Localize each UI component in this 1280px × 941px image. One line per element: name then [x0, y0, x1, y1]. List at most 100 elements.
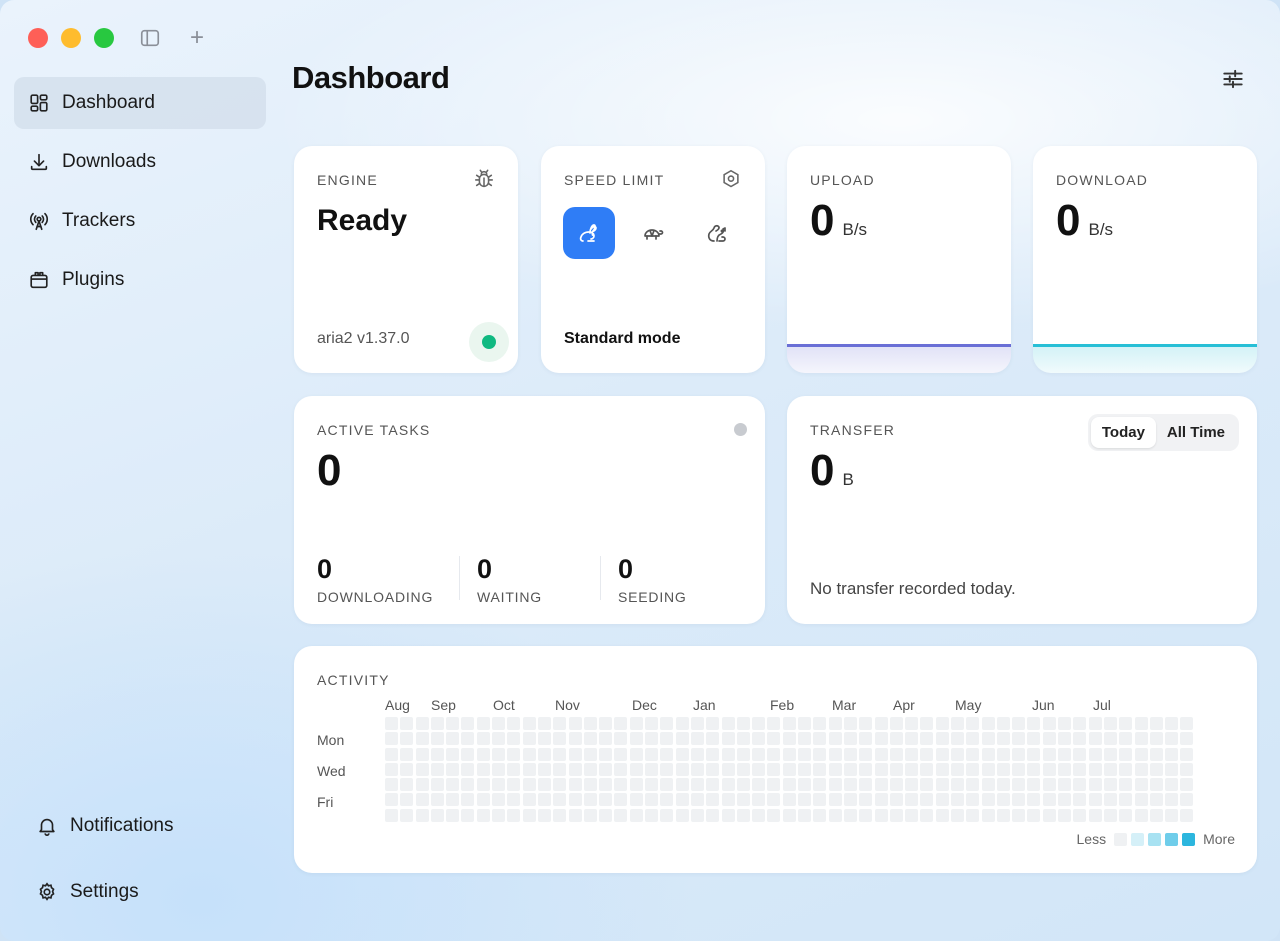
activity-card: ACTIVITY Aug Sep Oct Nov Dec Jan Feb Mar… [294, 646, 1257, 873]
activity-cell [1103, 732, 1117, 746]
tab-all-time[interactable]: All Time [1156, 417, 1236, 448]
activity-cell [645, 747, 659, 761]
active-tasks-indicator [734, 423, 747, 436]
activity-cell [996, 732, 1010, 746]
month-label: Feb [770, 697, 795, 713]
waiting-count: 0 [477, 554, 493, 584]
activity-cell [706, 808, 720, 822]
speed-option-turtle[interactable] [627, 207, 679, 259]
speed-option-rabbit[interactable] [563, 207, 615, 259]
activity-cell [1134, 747, 1148, 761]
sliders-icon[interactable] [1220, 66, 1246, 92]
activity-cell [568, 778, 582, 792]
month-label: Jun [1032, 697, 1055, 713]
activity-cell [1165, 778, 1179, 792]
activity-cell [568, 808, 582, 822]
sidebar-item-notifications[interactable]: Notifications [22, 800, 262, 852]
activity-cell [721, 778, 735, 792]
activity-cell [1119, 762, 1133, 776]
activity-cell [874, 762, 888, 776]
activity-cell [752, 747, 766, 761]
activity-cell [1149, 732, 1163, 746]
activity-cell [476, 747, 490, 761]
activity-cell [798, 793, 812, 807]
legend-swatch [1165, 832, 1179, 846]
activity-cell [415, 732, 429, 746]
sidebar-item-trackers[interactable]: Trackers [14, 195, 266, 247]
activity-cell [920, 717, 934, 730]
legend-swatch [1182, 832, 1196, 846]
new-tab-plus-icon[interactable]: + [186, 26, 208, 50]
stat-divider [600, 556, 601, 600]
activity-cell [675, 778, 689, 792]
month-label: Dec [632, 697, 657, 713]
activity-cell [476, 762, 490, 776]
activity-cell [492, 747, 506, 761]
window-controls [28, 28, 114, 48]
activity-cell [935, 747, 949, 761]
activity-cell [706, 717, 720, 730]
activity-cell [966, 717, 980, 730]
activity-cell [950, 732, 964, 746]
activity-cell [645, 778, 659, 792]
activity-cell [889, 717, 903, 730]
speed-option-squirrel[interactable] [691, 207, 743, 259]
activity-cell [1088, 762, 1102, 776]
sidebar-item-settings[interactable]: Settings [22, 866, 262, 918]
sidebar-item-plugins[interactable]: Plugins [14, 254, 266, 306]
activity-cell [599, 762, 613, 776]
activity-cell [889, 778, 903, 792]
rabbit-icon [579, 224, 597, 242]
hexagon-settings-icon[interactable] [720, 168, 742, 190]
activity-cell [599, 717, 613, 730]
activity-cell [599, 808, 613, 822]
activity-cell [461, 717, 475, 730]
activity-cell [583, 793, 597, 807]
sidebar-item-downloads[interactable]: Downloads [14, 136, 266, 188]
sidebar-bottom-nav: Notifications [22, 800, 262, 859]
minimize-window-button[interactable] [61, 28, 81, 48]
activity-cell [430, 747, 444, 761]
activity-cell [1042, 793, 1056, 807]
activity-cell [874, 747, 888, 761]
activity-cell [1027, 793, 1041, 807]
activity-cell [415, 717, 429, 730]
downloading-label: DOWNLOADING [317, 589, 434, 605]
activity-cell [966, 778, 980, 792]
seeding-stat: 0 SEEDING [618, 554, 687, 605]
activity-cell [507, 793, 521, 807]
engine-card: ENGINE Ready aria2 v1.37.0 [294, 146, 518, 373]
activity-cell [996, 808, 1010, 822]
activity-cell [905, 717, 919, 730]
activity-cell [430, 717, 444, 730]
activity-cell [752, 808, 766, 822]
activity-cell [1165, 793, 1179, 807]
sidebar-toggle-icon[interactable] [139, 27, 161, 49]
activity-cell [767, 732, 781, 746]
activity-cell [767, 717, 781, 730]
tab-today[interactable]: Today [1090, 417, 1156, 448]
activity-cell [1134, 717, 1148, 730]
activity-cell [843, 808, 857, 822]
speed-mode-label: Standard mode [564, 330, 681, 347]
activity-cell [1058, 717, 1072, 730]
activity-cell [950, 762, 964, 776]
activity-heatmap [385, 717, 1194, 822]
activity-cell [996, 747, 1010, 761]
activity-cell [461, 747, 475, 761]
antenna-icon [29, 212, 49, 231]
close-window-button[interactable] [28, 28, 48, 48]
activity-cell [599, 732, 613, 746]
activity-cell [446, 717, 460, 730]
activity-cell [1027, 778, 1041, 792]
activity-cell [645, 762, 659, 776]
transfer-total: 0B [810, 449, 854, 502]
activity-cell [599, 778, 613, 792]
activity-cell [522, 732, 536, 746]
bug-icon[interactable] [473, 168, 495, 190]
activity-cell [920, 778, 934, 792]
sidebar-item-dashboard[interactable]: Dashboard [14, 77, 266, 129]
zoom-window-button[interactable] [94, 28, 114, 48]
activity-cell [889, 808, 903, 822]
activity-cell [813, 747, 827, 761]
